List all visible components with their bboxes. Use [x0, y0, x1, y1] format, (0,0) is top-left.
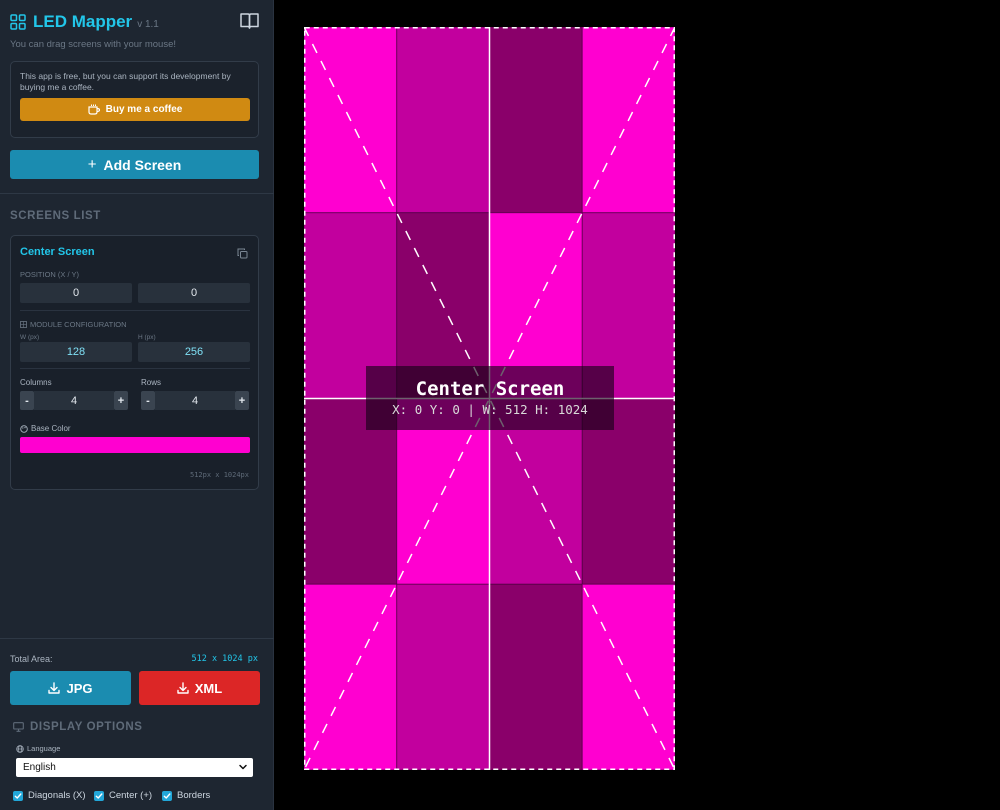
led-module: [396, 583, 490, 770]
led-module: [396, 27, 490, 214]
base-color-picker[interactable]: [20, 437, 250, 453]
export-jpg-label: JPG: [66, 680, 93, 696]
check-icon[interactable]: [94, 790, 104, 801]
module-height-input[interactable]: 256: [138, 342, 250, 362]
add-screen-button[interactable]: + Add Screen: [10, 150, 259, 179]
support-text: This app is free, but you can support it…: [20, 71, 231, 92]
module-config-label-row: MODULE CONFIGURATION: [20, 320, 127, 329]
width-label: W (px): [20, 334, 40, 341]
export-jpg-button[interactable]: JPG: [10, 671, 131, 705]
screen-dimensions: 512px x 1024px: [189, 471, 249, 479]
add-screen-label: Add Screen: [103, 156, 182, 173]
columns-label: Columns: [20, 378, 52, 387]
rows-increment-button[interactable]: +: [235, 391, 249, 410]
language-value: English: [23, 762, 56, 773]
brand: LED Mapper v 1.1: [10, 12, 159, 32]
monitor-icon: [13, 722, 24, 732]
diagonals-label: Diagonals (X): [28, 790, 86, 801]
position-label: POSITION (X / Y): [20, 270, 80, 279]
rows-label: Rows: [141, 378, 162, 387]
book-icon[interactable]: [240, 12, 259, 29]
module-icon: [20, 321, 27, 328]
borders-label: Borders: [177, 790, 211, 801]
palette-icon: [20, 424, 28, 433]
support-box: This app is free, but you can support it…: [10, 61, 259, 138]
position-x-input[interactable]: 0: [20, 283, 132, 303]
language-label-row: Language: [16, 744, 60, 753]
borders-toggle[interactable]: Borders: [162, 790, 210, 801]
screen-card: Center Screen POSITION (X / Y) 0 0 MODUL…: [10, 235, 259, 490]
export-xml-label: XML: [194, 680, 223, 696]
led-module: [489, 27, 583, 214]
globe-icon: [16, 744, 24, 753]
rows-decrement-button[interactable]: -: [141, 391, 155, 410]
height-label: H (px): [138, 334, 156, 341]
center-toggle[interactable]: Center (+): [94, 790, 152, 801]
app-title: LED Mapper: [33, 12, 133, 31]
columns-input[interactable]: 4: [34, 391, 114, 410]
display-options-title: DISPLAY OPTIONS: [30, 721, 143, 733]
copy-icon[interactable]: [237, 248, 248, 259]
module-width-input[interactable]: 128: [20, 342, 132, 362]
total-area-value: 512 x 1024 px: [191, 654, 258, 664]
screen-name[interactable]: Center Screen: [20, 246, 95, 258]
card-divider: [20, 310, 250, 311]
plus-icon: +: [87, 156, 97, 173]
base-color-label: Base Color: [31, 424, 71, 433]
sidebar: LED Mapper v 1.1 You can drag screens wi…: [0, 0, 274, 810]
screen-label-overlay: Center Screen X: 0 Y: 0 | W: 512 H: 1024: [366, 366, 614, 430]
divider: [0, 193, 274, 194]
download-icon: [177, 682, 189, 694]
card-divider: [20, 368, 250, 369]
app-root: LED Mapper v 1.1 You can drag screens wi…: [0, 0, 1000, 810]
screen-label-name: Center Screen: [415, 378, 565, 400]
display-options-title-row: DISPLAY OPTIONS: [13, 721, 143, 733]
screen-label-info: X: 0 Y: 0 | W: 512 H: 1024: [392, 402, 588, 417]
coffee-icon: [88, 104, 100, 115]
position-y-input[interactable]: 0: [138, 283, 250, 303]
columns-increment-button[interactable]: +: [114, 391, 128, 410]
check-icon[interactable]: [13, 790, 23, 801]
language-label: Language: [27, 744, 61, 753]
buy-coffee-button[interactable]: Buy me a coffee: [20, 98, 250, 121]
drag-hint: You can drag screens with your mouse!: [10, 39, 176, 50]
led-screen-canvas[interactable]: Center Screen X: 0 Y: 0 | W: 512 H: 1024: [304, 27, 675, 770]
language-select[interactable]: English: [16, 758, 253, 777]
export-xml-button[interactable]: XML: [139, 671, 260, 705]
grid-logo-icon: [10, 14, 26, 30]
module-config-label: MODULE CONFIGURATION: [30, 320, 127, 329]
total-area-label: Total Area:: [10, 654, 53, 664]
led-module: [489, 583, 583, 770]
app-version: v 1.1: [137, 18, 159, 30]
diagonals-toggle[interactable]: Diagonals (X): [13, 790, 86, 801]
screens-list-title: SCREENS LIST: [10, 210, 101, 222]
download-icon: [48, 682, 61, 694]
base-color-label-row: Base Color: [20, 424, 71, 433]
divider: [0, 638, 274, 639]
rows-input[interactable]: 4: [155, 391, 235, 410]
check-icon[interactable]: [162, 790, 172, 801]
columns-decrement-button[interactable]: -: [20, 391, 34, 410]
chevron-down-icon: [239, 764, 247, 770]
center-label: Center (+): [109, 790, 153, 801]
buy-coffee-label: Buy me a coffee: [105, 104, 183, 115]
